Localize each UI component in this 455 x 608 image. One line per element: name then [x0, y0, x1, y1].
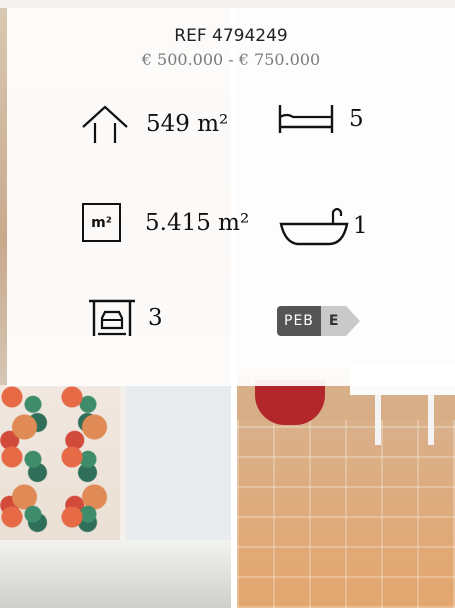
land-area-feature: m² 5.415 m²	[82, 203, 249, 242]
title-strip	[0, 0, 455, 8]
living-area-value: 549 m²	[146, 111, 229, 137]
bed-icon	[278, 105, 334, 133]
bedrooms-feature: 5	[277, 103, 364, 135]
living-area-feature: 549 m²	[80, 103, 228, 145]
bathrooms-feature: 1	[279, 206, 368, 246]
price-range: € 500.000 - € 750.000	[141, 50, 321, 69]
garages-value: 3	[148, 305, 163, 331]
peb-energy-label: PEB E	[277, 306, 361, 336]
garages-feature: 3	[88, 298, 163, 338]
listing-info-panel: REF 4794249 € 500.000 - € 750.000 549 m²…	[7, 8, 455, 386]
peb-badge: PEB E	[277, 306, 361, 336]
tiled-floor	[237, 420, 455, 608]
table-leg	[375, 395, 381, 445]
window-sill	[0, 540, 231, 608]
reference-number: REF 4794249	[174, 26, 288, 46]
bedrooms-value: 5	[349, 106, 364, 132]
house-icon	[82, 105, 128, 143]
land-area-icon: m²	[82, 203, 121, 242]
land-area-value: 5.415 m²	[145, 209, 250, 236]
garage-icon	[89, 299, 135, 336]
peb-badge-label: PEB	[277, 306, 321, 336]
peb-class-value: E	[320, 306, 347, 336]
bathrooms-value: 1	[353, 213, 368, 239]
peb-arrow-shape	[346, 306, 361, 336]
table-leg	[428, 395, 434, 445]
bathtub-icon	[279, 207, 349, 246]
